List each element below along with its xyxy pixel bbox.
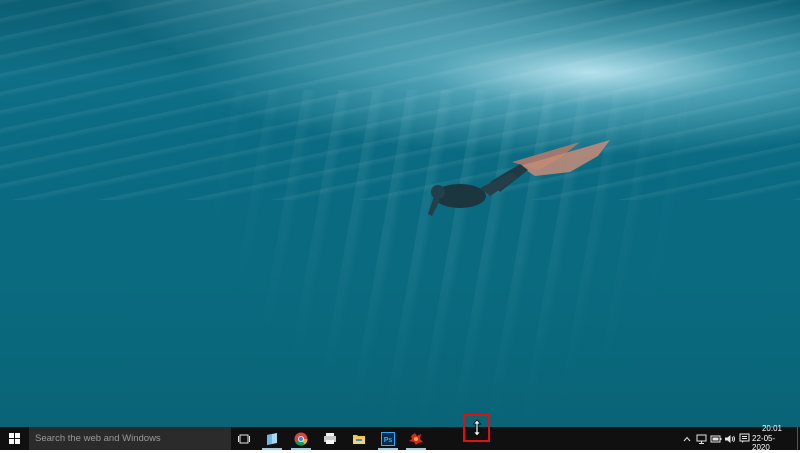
show-hidden-icons-button[interactable] [681,427,693,450]
chevron-up-icon [683,436,691,441]
taskbar-app-file-explorer[interactable] [345,427,373,450]
freediver-figure [428,140,610,216]
start-button[interactable] [0,427,29,450]
search-input[interactable]: Search the web and Windows [29,427,231,450]
taskbar-app-chrome[interactable] [287,427,315,450]
file-explorer-icon [353,434,365,444]
taskbar: Search the web and Windows Ps 20:01 22-0… [0,424,800,452]
search-placeholder: Search the web and Windows [35,433,161,444]
vertical-resize-cursor-icon [472,419,482,437]
network-button[interactable] [695,427,709,450]
deep-water-shade [0,267,800,427]
task-view-icon [238,434,250,443]
chrome-icon [294,432,308,445]
photoshop-icon: Ps [381,431,395,446]
taskbar-app-photoshop[interactable]: Ps [374,427,402,450]
taskbar-app-printer[interactable] [316,427,344,450]
volume-icon [725,434,735,443]
desktop-wallpaper [0,0,800,427]
windows-explorer-icon [267,432,277,445]
taskbar-app-red[interactable] [402,427,430,450]
battery-icon [710,435,722,443]
notifications-button[interactable] [737,427,751,450]
volume-button[interactable] [723,427,737,450]
clock[interactable]: 20:01 22-05-2020 [752,424,792,452]
battery-button[interactable] [709,427,723,450]
photoshop-label: Ps [384,437,393,444]
red-app-icon [409,432,423,445]
notification-icon [739,433,749,443]
printer-app-icon [324,433,336,444]
network-icon [696,434,707,444]
clock-time: 20:01 [761,424,783,434]
taskbar-app-explorer[interactable] [258,427,286,450]
windows-logo-icon [9,433,20,444]
task-view-button[interactable] [230,427,258,450]
